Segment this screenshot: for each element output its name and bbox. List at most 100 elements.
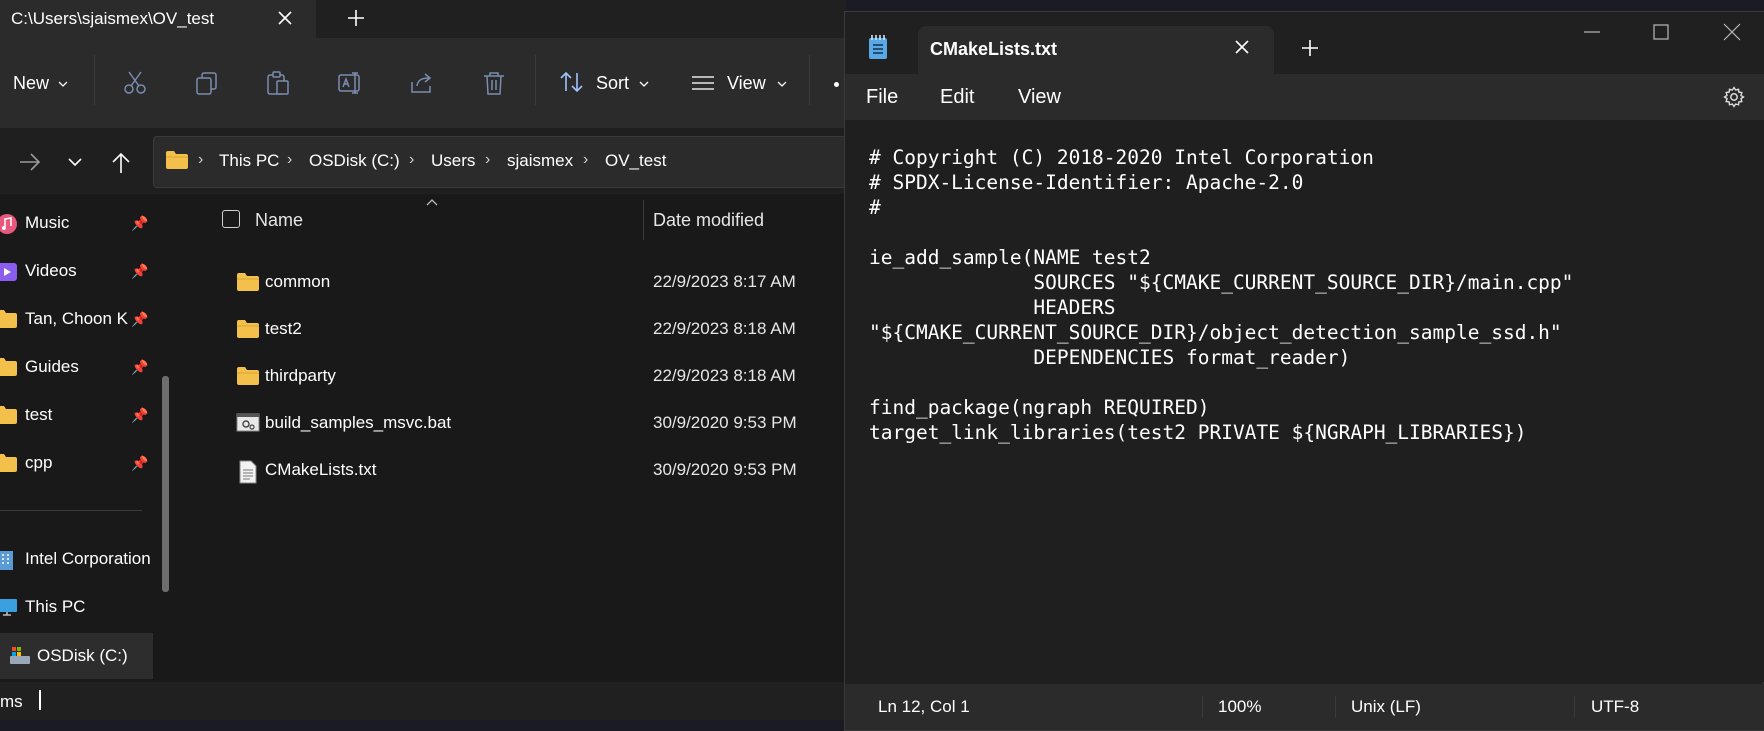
breadcrumb-separator-icon: › bbox=[485, 151, 491, 168]
drive-icon bbox=[8, 646, 32, 666]
new-tab-icon[interactable] bbox=[345, 7, 367, 29]
breadcrumb-separator-icon: › bbox=[287, 151, 293, 168]
chevron-down-icon[interactable] bbox=[639, 80, 649, 88]
status-divider bbox=[1574, 696, 1575, 718]
file-date: 22/9/2023 8:18 AM bbox=[653, 366, 796, 385]
file-date: 30/9/2020 9:53 PM bbox=[653, 413, 797, 432]
toolbar-divider bbox=[535, 55, 536, 105]
pin-icon: 📌 bbox=[131, 263, 149, 279]
sidebar-item-guides[interactable]: Guides 📌 bbox=[0, 347, 154, 387]
folder-icon bbox=[236, 319, 260, 339]
breadcrumb-separator-icon: › bbox=[583, 151, 589, 168]
computer-icon bbox=[0, 597, 18, 617]
file-name: test2 bbox=[265, 319, 302, 338]
explorer-status-bar bbox=[0, 682, 846, 720]
pin-icon: 📌 bbox=[131, 407, 149, 423]
folder-icon bbox=[165, 150, 189, 170]
delete-icon[interactable] bbox=[481, 70, 507, 96]
toolbar-divider bbox=[809, 55, 810, 105]
sidebar-item-videos[interactable]: Videos 📌 bbox=[0, 251, 154, 291]
file-name: common bbox=[265, 272, 331, 291]
status-encoding: UTF-8 bbox=[1591, 697, 1640, 716]
menu-view[interactable]: View bbox=[1018, 86, 1061, 109]
maximize-icon[interactable] bbox=[1653, 24, 1669, 40]
select-all-checkbox[interactable] bbox=[222, 210, 240, 228]
status-divider bbox=[1202, 696, 1203, 718]
folder-icon bbox=[236, 272, 260, 292]
breadcrumb-separator-icon: › bbox=[198, 151, 204, 168]
notepad-icon bbox=[867, 34, 889, 60]
sidebar-item-intel-corporation[interactable]: Intel Corporation bbox=[0, 539, 154, 579]
file-row-test2[interactable]: test2 22/9/2023 8:18 AM bbox=[230, 309, 846, 349]
sidebar-item-this-pc[interactable]: This PC bbox=[0, 587, 154, 627]
file-date: 30/9/2020 9:53 PM bbox=[653, 460, 797, 479]
column-header-name[interactable]: Name bbox=[255, 210, 303, 231]
chevron-down-icon[interactable] bbox=[58, 80, 68, 88]
breadcrumb-sjaismex[interactable]: sjaismex bbox=[507, 151, 573, 171]
folder-icon bbox=[0, 309, 18, 329]
column-header-date-modified[interactable]: Date modified bbox=[653, 210, 764, 231]
folder-icon bbox=[0, 405, 18, 425]
file-name: CMakeLists.txt bbox=[265, 460, 377, 479]
sidebar-item-label: This PC bbox=[25, 597, 86, 616]
more-options-icon[interactable] bbox=[834, 82, 839, 87]
file-row-cmakelists[interactable]: CMakeLists.txt 30/9/2020 9:53 PM bbox=[230, 450, 846, 490]
recent-locations-chevron-icon[interactable] bbox=[67, 156, 83, 168]
view-button[interactable]: View bbox=[727, 73, 766, 94]
building-icon bbox=[0, 549, 18, 571]
toolbar-divider bbox=[94, 55, 95, 105]
up-arrow-icon[interactable] bbox=[110, 151, 132, 175]
sidebar-item-test[interactable]: test 📌 bbox=[0, 395, 154, 435]
sidebar-item-tan-choon-k[interactable]: Tan, Choon K 📌 bbox=[0, 299, 154, 339]
sort-icon[interactable] bbox=[559, 70, 585, 94]
breadcrumb-this-pc[interactable]: This PC bbox=[219, 151, 279, 171]
breadcrumb-separator-icon: › bbox=[409, 151, 415, 168]
column-divider[interactable] bbox=[643, 200, 644, 240]
rename-icon[interactable] bbox=[337, 70, 363, 96]
file-row-common[interactable]: common 22/9/2023 8:17 AM bbox=[230, 262, 846, 302]
breadcrumb-osdisk[interactable]: OSDisk (C:) bbox=[309, 151, 400, 171]
sidebar-item-cpp[interactable]: cpp 📌 bbox=[0, 443, 154, 483]
sidebar-item-music[interactable]: Music 📌 bbox=[0, 203, 154, 243]
status-line-ending: Unix (LF) bbox=[1351, 697, 1421, 716]
file-name: build_samples_msvc.bat bbox=[265, 413, 452, 432]
new-tab-icon[interactable] bbox=[1300, 38, 1320, 58]
close-window-icon[interactable] bbox=[1723, 23, 1741, 41]
sort-ascending-icon bbox=[426, 198, 438, 206]
notepad-text-content[interactable]: # Copyright (C) 2018-2020 Intel Corporat… bbox=[869, 145, 1573, 445]
menu-edit[interactable]: Edit bbox=[940, 86, 974, 109]
new-button[interactable]: New bbox=[13, 73, 49, 94]
forward-arrow-icon[interactable] bbox=[18, 151, 42, 173]
folder-icon bbox=[236, 366, 260, 386]
pin-icon: 📌 bbox=[131, 215, 149, 231]
sidebar-scrollbar-thumb[interactable] bbox=[162, 376, 169, 592]
close-tab-icon[interactable] bbox=[275, 8, 295, 28]
copy-icon[interactable] bbox=[194, 70, 220, 96]
file-date: 22/9/2023 8:17 AM bbox=[653, 272, 796, 291]
cut-icon[interactable] bbox=[122, 70, 148, 96]
minimize-icon[interactable] bbox=[1583, 30, 1601, 34]
sidebar-item-label: OSDisk (C:) bbox=[37, 646, 128, 665]
sidebar-item-label: Intel Corporation bbox=[25, 549, 151, 568]
sort-button[interactable]: Sort bbox=[596, 73, 629, 94]
sidebar-divider bbox=[0, 510, 142, 511]
paste-icon[interactable] bbox=[265, 70, 291, 96]
file-row-build-samples-msvc[interactable]: build_samples_msvc.bat 30/9/2020 9:53 PM bbox=[230, 403, 846, 443]
pin-icon: 📌 bbox=[131, 359, 149, 375]
close-tab-icon[interactable] bbox=[1233, 38, 1251, 56]
sidebar-item-osdisk[interactable]: OSDisk (C:) bbox=[0, 636, 154, 676]
view-list-icon[interactable] bbox=[690, 73, 716, 93]
chevron-down-icon[interactable] bbox=[777, 80, 787, 88]
status-item-count: ms bbox=[0, 692, 23, 711]
settings-gear-icon[interactable] bbox=[1723, 86, 1745, 108]
breadcrumb-ov-test[interactable]: OV_test bbox=[605, 151, 666, 171]
breadcrumb-users[interactable]: Users bbox=[431, 151, 475, 171]
file-row-thirdparty[interactable]: thirdparty 22/9/2023 8:18 AM bbox=[230, 356, 846, 396]
folder-icon bbox=[0, 453, 18, 473]
notepad-tab-title: CMakeLists.txt bbox=[930, 39, 1058, 59]
status-zoom: 100% bbox=[1218, 697, 1262, 716]
share-icon[interactable] bbox=[409, 70, 435, 96]
file-name: thirdparty bbox=[265, 366, 336, 385]
menu-file[interactable]: File bbox=[866, 86, 898, 109]
status-divider bbox=[1335, 696, 1336, 718]
